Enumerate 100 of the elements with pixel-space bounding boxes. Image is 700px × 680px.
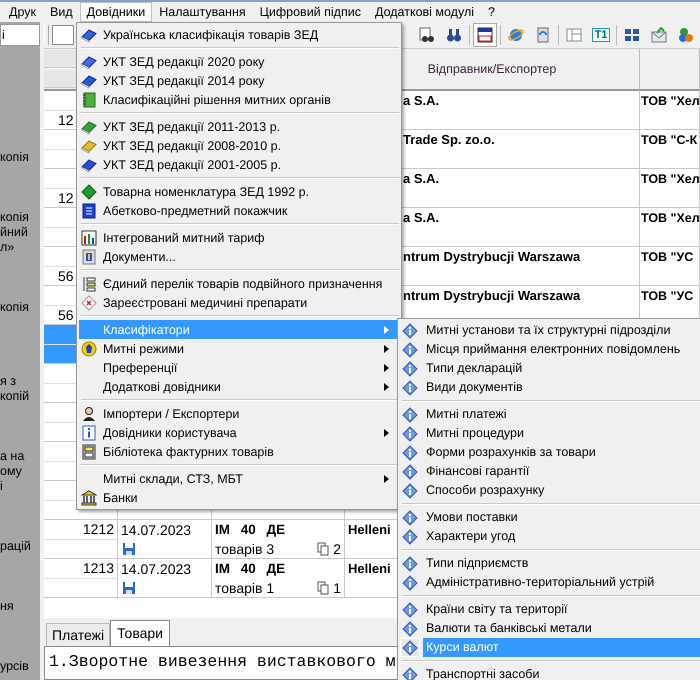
menu-item[interactable]: Митні установи та їх структурні підрозділи xyxy=(400,321,700,340)
info-icon xyxy=(402,322,418,338)
info-icon xyxy=(402,482,418,498)
table-cell: 12 xyxy=(58,190,74,206)
panel-text: урсів xyxy=(0,659,30,674)
copy-icon xyxy=(315,540,332,556)
person-icon xyxy=(81,406,97,422)
menu-item[interactable]: Форми розрахунків за товари xyxy=(400,443,700,462)
menu-item[interactable]: Класифікаційні рішення митних органів xyxy=(79,90,399,109)
menu-item[interactable]: Банки xyxy=(79,488,399,507)
floppy-icon xyxy=(121,580,137,596)
tag-icon xyxy=(81,294,97,310)
book-icon xyxy=(81,138,97,154)
grid-icon xyxy=(624,27,640,43)
combo-field[interactable] xyxy=(52,25,74,45)
emblem-icon xyxy=(81,340,97,356)
info-icon xyxy=(402,556,418,572)
menu-item[interactable]: Митні платежі xyxy=(400,405,700,424)
menu-item[interactable]: Додаткові довідники xyxy=(79,377,399,396)
menu-item[interactable]: Товарна номенклатура ЗЕД 1992 р. xyxy=(79,182,399,201)
tab[interactable]: Платежі xyxy=(46,623,110,646)
globe-icon xyxy=(508,27,524,43)
table-cell: ТОВ "УС xyxy=(641,250,694,264)
menu-item[interactable]: Країни світу та території xyxy=(400,600,700,619)
tab[interactable]: Товари xyxy=(110,620,170,646)
table-cell: ТОВ "Хел xyxy=(641,210,699,224)
menu-bar-item[interactable]: Довідники xyxy=(80,2,152,22)
menu-bar-item[interactable]: Цифровий підпис xyxy=(252,2,368,22)
info-icon xyxy=(402,666,418,680)
notebook-icon xyxy=(81,92,97,108)
submenu-arrow-icon xyxy=(384,364,389,372)
book-icon xyxy=(81,156,97,172)
panel-text: ому xyxy=(0,464,23,479)
panel-text: я з xyxy=(0,374,17,389)
info-icon xyxy=(402,528,418,544)
panel-header: і xyxy=(0,24,40,46)
menu-item[interactable]: Преференції xyxy=(79,358,399,377)
table-cell: ТОВ "УС xyxy=(641,288,694,302)
menu-item[interactable]: Характери угод xyxy=(400,527,700,546)
menu-bar-item[interactable]: Вид xyxy=(43,2,80,22)
book-icon xyxy=(81,72,97,88)
menu-item[interactable]: Типи декларацій xyxy=(400,359,700,378)
table-cell: 56 xyxy=(58,306,74,323)
submenu-arrow-icon xyxy=(384,382,389,390)
diamond-icon xyxy=(81,184,97,200)
bank-icon xyxy=(81,490,97,506)
menu-item[interactable]: Митні режими xyxy=(79,339,399,358)
menu-item[interactable]: Імпортери / Експортери xyxy=(79,404,399,423)
menu-item[interactable]: Документи... xyxy=(79,247,399,266)
menu-item[interactable]: Види документів xyxy=(400,378,700,397)
menu-item[interactable]: Українська класифікація товарів ЗЕД xyxy=(79,25,399,44)
menu-item[interactable]: УКТ ЗЕД редакції 2011-2013 р. xyxy=(79,117,399,136)
info-icon xyxy=(402,464,418,480)
menu-item[interactable]: Адміністративно-територіальний устрій xyxy=(400,573,700,592)
coins-icon xyxy=(678,27,694,43)
table-cell: Helleni xyxy=(348,561,391,576)
menu-bar-item[interactable]: ? xyxy=(481,2,502,22)
toolbar-button[interactable]: T1 xyxy=(589,23,613,47)
menu-bar-item[interactable]: Друк xyxy=(2,2,43,22)
menu-bar-item[interactable]: Налаштування xyxy=(152,2,253,22)
info-icon xyxy=(402,640,418,656)
book-icon xyxy=(81,118,97,134)
menu-item[interactable]: Митні склади, СТЗ, МБТ xyxy=(79,469,399,488)
table-cell: IM 40 ДЕ xyxy=(215,522,286,537)
table-cell: 1213 xyxy=(82,560,114,576)
submenu-arrow-icon xyxy=(384,344,389,352)
table-cell: 1212 xyxy=(82,521,114,538)
info-icon xyxy=(402,380,418,396)
table-cell: IM 40 ДЕ xyxy=(215,561,286,576)
panel-text: копія xyxy=(0,300,30,315)
table-cell: 14.07.2023 xyxy=(121,522,192,538)
menu-item[interactable]: УКТ ЗЕД редакції 2008-2010 р. xyxy=(79,136,399,155)
panel-text: копія xyxy=(0,210,30,225)
panel-text: а на xyxy=(0,449,26,464)
menu-item[interactable]: Умови поставки xyxy=(400,508,700,527)
copy-icon xyxy=(315,580,332,596)
info-icon xyxy=(402,360,418,376)
menu-item[interactable]: Довідники користувача xyxy=(79,423,399,442)
menu-item[interactable]: Абетково-предметний покажчик xyxy=(79,201,399,220)
menu-item[interactable]: Валюти та банківські метали xyxy=(400,619,700,638)
menu-item[interactable]: Зареєстровані медичині препарати xyxy=(79,293,399,312)
menu-item[interactable]: Способи розрахунку xyxy=(400,481,700,500)
menu-item[interactable]: Місця приймання електронних повідомлень xyxy=(400,340,700,359)
panel-text: копія xyxy=(0,150,30,165)
menu-item[interactable]: Фінансові гарантії xyxy=(400,462,700,481)
list-icon xyxy=(81,276,97,292)
menu-item[interactable]: Бібліотека фактурних товарів xyxy=(79,442,399,461)
menu-bar-item[interactable]: Додаткові модулі xyxy=(368,2,482,22)
menu-item[interactable]: Типи підприємств xyxy=(400,554,700,573)
toolbar-button[interactable] xyxy=(473,23,497,47)
menu-item[interactable]: УКТ ЗЕД редакції 2001-2005 р. xyxy=(79,155,399,174)
table-cell: 14.07.2023 xyxy=(121,560,192,576)
panel-text: ня xyxy=(0,599,15,614)
table-cell: ntrum Dystrybucji Warszawa xyxy=(403,249,580,264)
info-icon xyxy=(402,602,418,618)
menu-item[interactable]: Митні процедури xyxy=(400,424,700,443)
table-cell: ТОВ "Хел xyxy=(641,94,699,108)
menu-item[interactable]: Інтегрований митний тариф xyxy=(79,228,399,247)
menu-item[interactable]: Єдиний перелік товарів подвійного призначення xyxy=(79,274,399,293)
binoculars-icon xyxy=(446,27,462,43)
